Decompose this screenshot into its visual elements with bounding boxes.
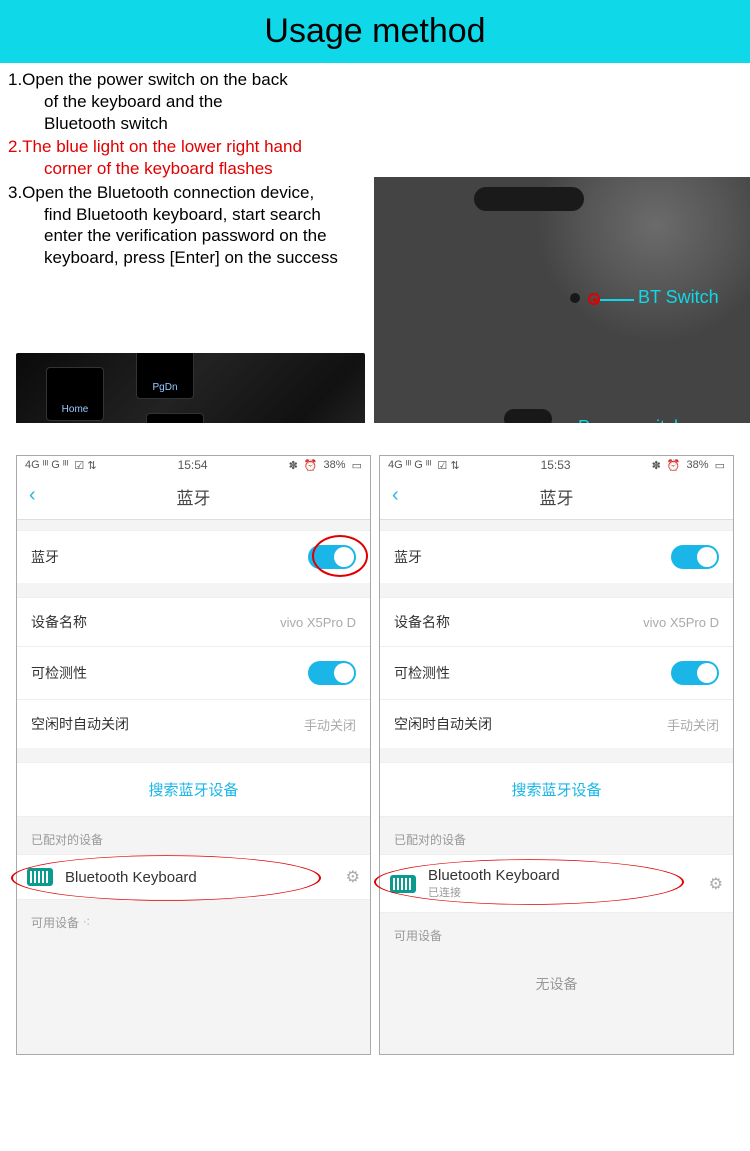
- gear-icon[interactable]: ⚙: [346, 867, 360, 887]
- keyboard-icon: [27, 868, 53, 886]
- search-devices-label: 搜索蓝牙设备: [148, 782, 238, 799]
- detectable-toggle[interactable]: [671, 661, 719, 685]
- detectable-toggle[interactable]: [308, 661, 356, 685]
- row-bluetooth: 蓝牙: [17, 530, 370, 583]
- header-band: Usage method: [0, 0, 750, 63]
- bluetooth-toggle[interactable]: [671, 545, 719, 569]
- battery-pct: 38%: [687, 459, 709, 471]
- paired-device-name: Bluetooth Keyboard: [428, 867, 697, 884]
- status-icons: ☑ ⇅: [437, 459, 459, 472]
- keyboard-icon: [390, 875, 416, 893]
- search-devices-label: 搜索蓝牙设备: [511, 782, 601, 799]
- battery-pct: 38%: [324, 459, 346, 471]
- status-bar: 4G ᴵᴵᴵ G ᴵᴵᴵ ☑ ⇅ 15:54 ✽ ⏰ 38% ▭: [17, 456, 370, 474]
- device-name-value: vivo X5Pro D: [643, 615, 719, 630]
- key-home: Home: [46, 367, 104, 421]
- signal-icons: 4G ᴵᴵᴵ G ᴵᴵᴵ: [388, 459, 431, 471]
- nav-title: 蓝牙: [540, 484, 574, 509]
- row-bluetooth: 蓝牙: [380, 530, 733, 583]
- auto-off-value: 手动关闭: [304, 715, 356, 734]
- keyboard-back-photo: BT Switch Power switch: [374, 177, 750, 423]
- status-time: 15:53: [541, 458, 571, 472]
- step-1-cont1: of the keyboard and the: [8, 91, 373, 113]
- step-1-lead: 1.Open the power switch on the back: [8, 70, 288, 89]
- bt-annot-marker: [588, 293, 600, 305]
- paired-device-row[interactable]: Bluetooth Keyboard ⚙: [17, 854, 370, 900]
- power-annot-label: Power switch: [578, 417, 684, 423]
- detectable-label: 可检测性: [394, 663, 450, 683]
- header-title: Usage method: [264, 12, 485, 50]
- bt-annot-line: [600, 299, 634, 301]
- row-detectable: 可检测性: [17, 646, 370, 699]
- bt-switch-hole: [570, 293, 580, 303]
- row-device-name[interactable]: 设备名称 vivo X5Pro D: [380, 597, 733, 646]
- battery-icon: ▭: [715, 459, 725, 472]
- no-device-text: 无设备: [380, 950, 733, 1054]
- nav-bar: ‹ 蓝牙: [380, 474, 733, 520]
- status-icons: ☑ ⇅: [74, 459, 96, 472]
- alarm-icon: ⏰: [667, 459, 681, 472]
- phones-container: 4G ᴵᴵᴵ G ᴵᴵᴵ ☑ ⇅ 15:54 ✽ ⏰ 38% ▭ ‹ 蓝牙 蓝牙…: [0, 423, 750, 1071]
- row-bluetooth-label: 蓝牙: [394, 547, 422, 567]
- status-time: 15:54: [178, 458, 208, 472]
- search-devices-button[interactable]: 搜索蓝牙设备: [380, 762, 733, 817]
- highlight-circle-toggle: [312, 535, 368, 577]
- auto-off-value: 手动关闭: [667, 715, 719, 734]
- auto-off-label: 空闲时自动关闭: [31, 714, 129, 734]
- available-section-label: 可用设备 ⁖: [17, 900, 370, 937]
- step-2-cont1: corner of the keyboard flashes: [8, 158, 373, 180]
- step-3-lead: 3.Open the Bluetooth connection device,: [8, 183, 314, 202]
- step-3-cont3: keyboard, press [Enter] on the success: [8, 247, 373, 269]
- search-devices-button[interactable]: 搜索蓝牙设备: [17, 762, 370, 817]
- paired-section-label: 已配对的设备: [380, 817, 733, 854]
- step-3-cont1: find Bluetooth keyboard, start search: [8, 204, 373, 226]
- step-1-cont2: Bluetooth switch: [8, 113, 373, 135]
- phone-left: 4G ᴵᴵᴵ G ᴵᴵᴵ ☑ ⇅ 15:54 ✽ ⏰ 38% ▭ ‹ 蓝牙 蓝牙…: [16, 455, 371, 1055]
- row-detectable: 可检测性: [380, 646, 733, 699]
- back-button[interactable]: ‹: [29, 484, 36, 507]
- step-3-cont2: enter the verification password on the: [8, 225, 373, 247]
- paired-device-status: 已连接: [428, 884, 697, 900]
- key-caps: CAPS: [146, 413, 204, 423]
- instructions: 1.Open the power switch on the back of t…: [8, 69, 373, 271]
- available-section-label: 可用设备: [380, 913, 733, 950]
- step-1: 1.Open the power switch on the back of t…: [8, 69, 373, 134]
- paired-device-row[interactable]: Bluetooth Keyboard 已连接 ⚙: [380, 854, 733, 913]
- key-pgdn: PgDn: [136, 353, 194, 399]
- row-device-name[interactable]: 设备名称 vivo X5Pro D: [17, 597, 370, 646]
- step-2-lead: 2.The blue light on the lower right hand: [8, 137, 302, 156]
- bt-icon: ✽: [652, 459, 661, 472]
- row-bluetooth-label: 蓝牙: [31, 547, 59, 567]
- phone-right: 4G ᴵᴵᴵ G ᴵᴵᴵ ☑ ⇅ 15:53 ✽ ⏰ 38% ▭ ‹ 蓝牙 蓝牙…: [379, 455, 734, 1055]
- back-button[interactable]: ‹: [392, 484, 399, 507]
- detectable-label: 可检测性: [31, 663, 87, 683]
- device-name-label: 设备名称: [394, 612, 450, 632]
- back-slot: [474, 187, 584, 211]
- top-section: 1.Open the power switch on the back of t…: [0, 63, 750, 423]
- nav-bar: ‹ 蓝牙: [17, 474, 370, 520]
- bt-annot-label: BT Switch: [638, 287, 719, 308]
- row-auto-off[interactable]: 空闲时自动关闭 手动关闭: [17, 699, 370, 748]
- paired-section-label: 已配对的设备: [17, 817, 370, 854]
- step-2: 2.The blue light on the lower right hand…: [8, 136, 373, 180]
- available-label-text: 可用设备: [31, 916, 79, 930]
- row-auto-off[interactable]: 空闲时自动关闭 手动关闭: [380, 699, 733, 748]
- status-bar: 4G ᴵᴵᴵ G ᴵᴵᴵ ☑ ⇅ 15:53 ✽ ⏰ 38% ▭: [380, 456, 733, 474]
- spinner-icon: ⁖: [82, 914, 90, 931]
- spacer: [17, 937, 370, 1027]
- battery-icon: ▭: [352, 459, 362, 472]
- paired-device-name: Bluetooth Keyboard: [65, 869, 334, 886]
- keyboard-front-photo: IE Alt Home PgDn CAPS: [16, 353, 365, 423]
- step-3: 3.Open the Bluetooth connection device, …: [8, 182, 373, 269]
- nav-title: 蓝牙: [177, 484, 211, 509]
- signal-icons: 4G ᴵᴵᴵ G ᴵᴵᴵ: [25, 459, 68, 471]
- device-name-label: 设备名称: [31, 612, 87, 632]
- auto-off-label: 空闲时自动关闭: [394, 714, 492, 734]
- bt-icon: ✽: [289, 459, 298, 472]
- gear-icon[interactable]: ⚙: [709, 874, 723, 894]
- power-slider: [504, 409, 552, 423]
- alarm-icon: ⏰: [304, 459, 318, 472]
- device-name-value: vivo X5Pro D: [280, 615, 356, 630]
